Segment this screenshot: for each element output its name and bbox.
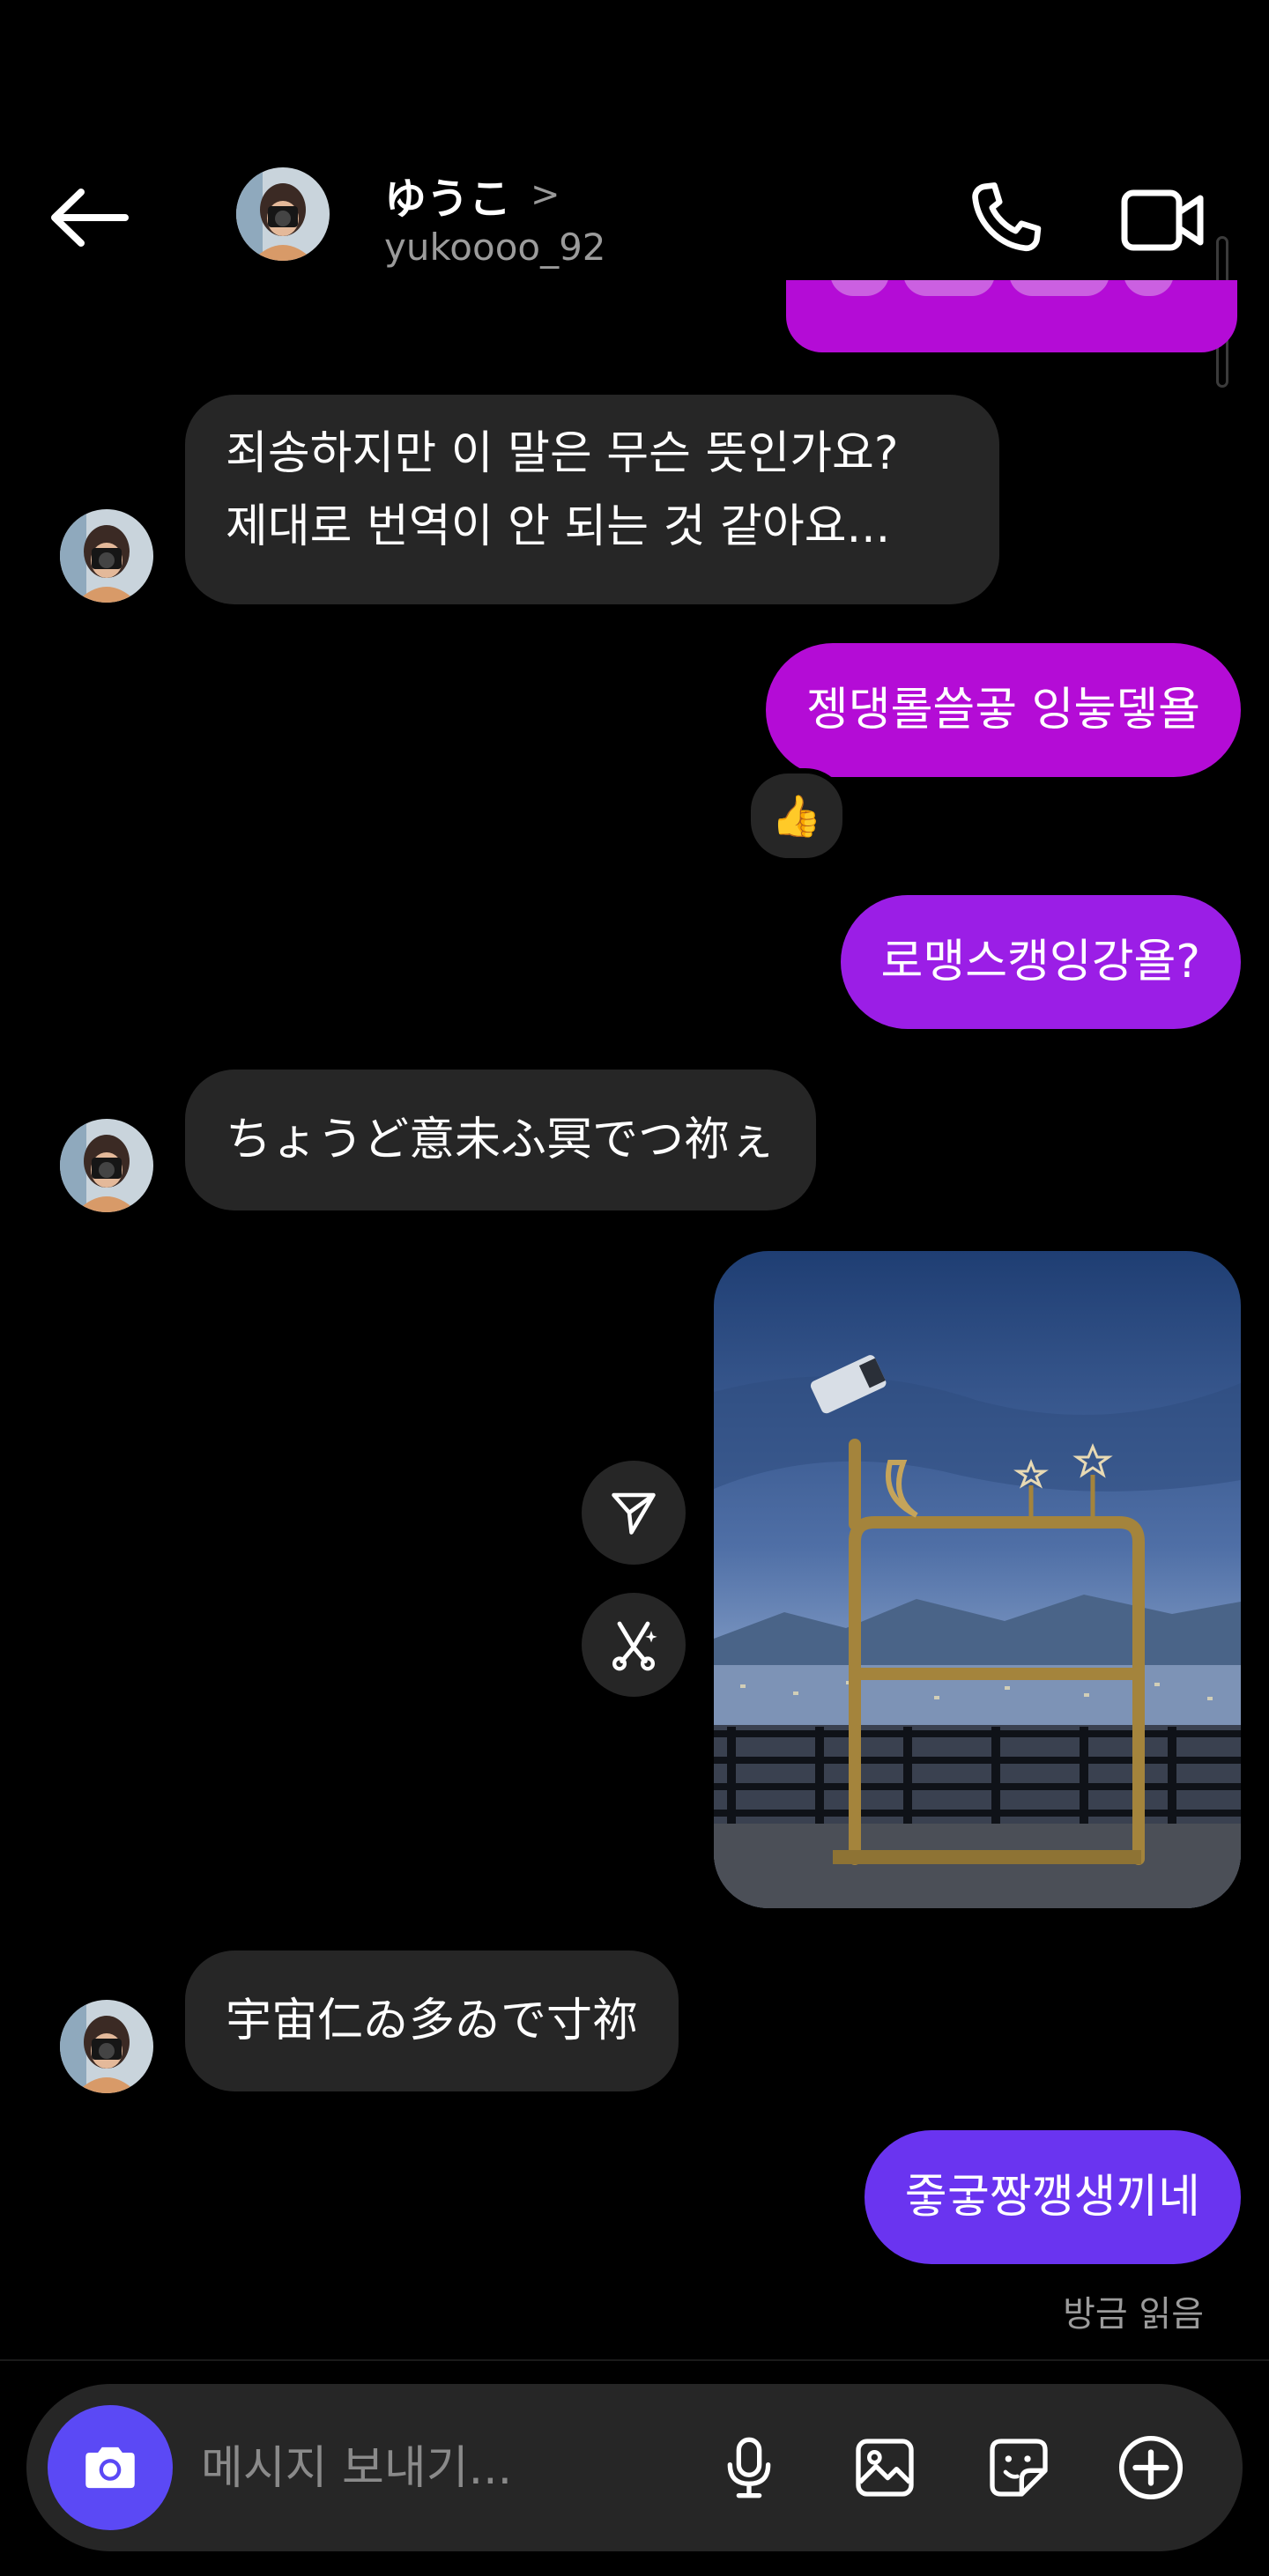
sender-avatar[interactable] xyxy=(60,2000,153,2093)
message-input[interactable] xyxy=(199,2384,696,2553)
back-arrow-icon xyxy=(51,189,129,247)
contact-display-name: ゆうこ xyxy=(384,174,512,224)
message-text-line: 죄송하지만 이 말은 무슨 뜻인가요? xyxy=(226,427,899,480)
plus-circle-icon xyxy=(1118,2435,1184,2500)
chat-header: ゆうこ > yukoooo_92 xyxy=(0,132,1269,300)
remix-button[interactable] xyxy=(582,1593,686,1697)
sticker-button[interactable] xyxy=(975,2424,1063,2512)
sender-avatar[interactable] xyxy=(60,509,153,603)
chevron-right-icon: > xyxy=(531,174,560,215)
previous-outgoing-bubble[interactable] xyxy=(786,280,1237,352)
outgoing-message[interactable]: 줗궇짱깽생끼네 xyxy=(865,2130,1241,2264)
message-text-line: 제대로 번역이 안 되는 것 같아요... xyxy=(226,500,891,554)
sticker-icon xyxy=(990,2439,1048,2497)
video-call-button[interactable] xyxy=(1119,181,1207,260)
back-button[interactable] xyxy=(46,187,134,248)
contact-username: yukoooo_92 xyxy=(384,226,606,269)
video-camera-icon xyxy=(1121,189,1204,251)
camera-icon xyxy=(85,2446,135,2489)
message-text: 宇宙仁ゐ多ゐで寸祢 xyxy=(226,1995,639,2047)
outgoing-message[interactable]: 로맹스캥잉강욜? xyxy=(840,895,1241,1029)
contact-name[interactable]: ゆうこ > xyxy=(384,164,560,226)
phone-icon xyxy=(972,182,1042,252)
audio-call-button[interactable] xyxy=(961,176,1049,264)
contact-avatar[interactable] xyxy=(236,167,330,261)
sender-avatar[interactable] xyxy=(60,1119,153,1212)
send-icon xyxy=(612,1492,656,1535)
microphone-icon xyxy=(727,2437,771,2498)
read-receipt: 방금 읽음 xyxy=(1063,2294,1204,2335)
message-text: ちょうど意未ふ冥でつ祢ぇ xyxy=(226,1114,776,1166)
reaction-badge[interactable]: 👍 xyxy=(746,768,848,863)
outgoing-message[interactable]: 젱댕롤쓸곻 잉늫뎋욜 xyxy=(765,643,1241,777)
incoming-message[interactable]: 죄송하지만 이 말은 무슨 뜻인가요? 제대로 번역이 안 되는 것 같아요..… xyxy=(185,395,999,604)
remix-icon xyxy=(612,1621,657,1671)
composer-divider xyxy=(0,2359,1269,2361)
incoming-message[interactable]: ちょうど意未ふ冥でつ祢ぇ xyxy=(185,1070,817,1210)
more-options-button[interactable] xyxy=(1107,2424,1195,2512)
voice-message-button[interactable] xyxy=(705,2424,793,2512)
gallery-icon xyxy=(856,2439,914,2497)
message-composer xyxy=(26,2384,1243,2553)
message-text: 로맹스캥잉강욜? xyxy=(880,936,1200,988)
camera-button[interactable] xyxy=(48,2405,173,2530)
gallery-button[interactable] xyxy=(841,2424,929,2512)
chat-screen: ゆうこ > yukoooo_92 죄송하지만 이 말은 무슨 뜻인가요? 제대로… xyxy=(0,0,1269,2576)
incoming-message[interactable]: 宇宙仁ゐ多ゐで寸祢 xyxy=(185,1951,679,2091)
message-text: 젱댕롤쓸곻 잉늫뎋욜 xyxy=(805,684,1200,737)
thumbs-up-icon: 👍 xyxy=(771,791,822,840)
message-text: 줗궇짱깽생끼네 xyxy=(905,2171,1200,2224)
share-button[interactable] xyxy=(582,1461,686,1565)
shared-photo[interactable] xyxy=(714,1251,1241,1908)
